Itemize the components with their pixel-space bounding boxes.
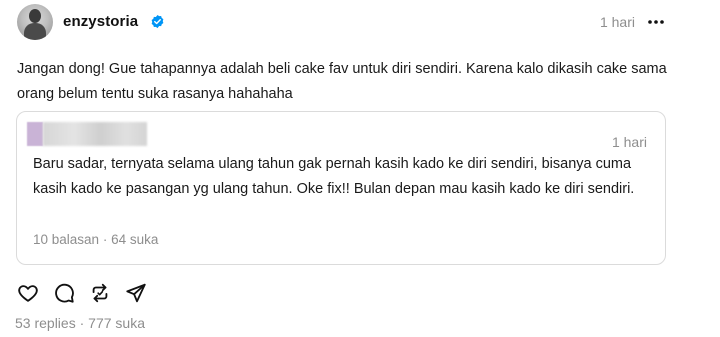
quoted-post[interactable]: 1 hari Baru sadar, ternyata selama ulang…: [16, 111, 666, 265]
heart-icon[interactable]: [17, 282, 39, 304]
post-timestamp: 1 hari: [599, 14, 635, 30]
avatar[interactable]: [17, 4, 53, 40]
quoted-stats: 10 balasan · 64 suka: [33, 232, 158, 247]
more-horizontal-icon[interactable]: [646, 12, 666, 32]
quoted-likes-count[interactable]: 64 suka: [111, 232, 158, 247]
verified-badge-icon: [151, 14, 164, 29]
comment-icon[interactable]: [53, 282, 75, 304]
quoted-avatar-redacted: [27, 122, 43, 146]
repost-icon[interactable]: [89, 282, 111, 304]
avatar-head: [29, 9, 41, 23]
stats-separator: ·: [79, 315, 85, 331]
thread-post: enzystoria 1 hari Jangan dong! Gue tahap…: [0, 0, 720, 337]
action-bar: [17, 281, 147, 305]
quoted-username-redacted: [43, 122, 147, 146]
post-text: Jangan dong! Gue tahapannya adalah beli …: [17, 61, 667, 102]
send-icon[interactable]: [125, 282, 147, 304]
quoted-timestamp: 1 hari: [611, 134, 647, 150]
quoted-replies-count[interactable]: 10 balasan: [33, 232, 99, 247]
username[interactable]: enzystoria: [63, 13, 138, 30]
replies-count[interactable]: 53 replies: [15, 315, 76, 331]
quoted-stats-separator: ·: [102, 232, 108, 247]
avatar-body: [24, 23, 46, 40]
likes-count[interactable]: 777 suka: [88, 315, 145, 331]
post-stats: 53 replies · 777 suka: [15, 315, 145, 331]
quoted-text: Baru sadar, ternyata selama ulang tahun …: [33, 156, 635, 197]
